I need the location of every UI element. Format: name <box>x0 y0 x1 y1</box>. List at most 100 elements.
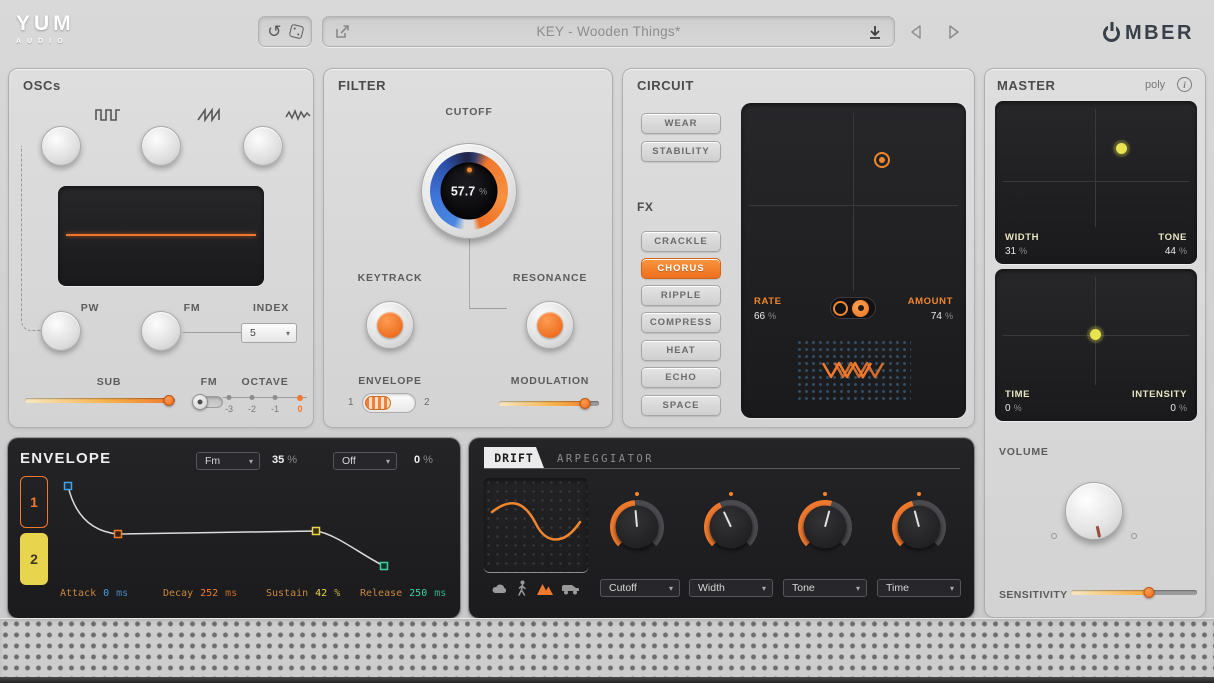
release-handle[interactable] <box>381 563 388 570</box>
drift-wave-curve <box>484 478 588 572</box>
drift-dest-dropdown-4[interactable]: Time ▾ <box>877 579 961 597</box>
voice-mode-label[interactable]: poly <box>1145 79 1165 91</box>
info-button[interactable]: i <box>1177 77 1192 92</box>
time-intensity-pad[interactable]: TIME 0% INTENSITY 0% <box>995 269 1197 421</box>
fx-button-ripple[interactable]: RIPPLE <box>641 285 721 306</box>
octave-label: OCTAVE <box>221 376 309 388</box>
drift-mode-cloud-button[interactable] <box>491 581 508 597</box>
attack-value: 0 <box>103 588 109 599</box>
drift-dest-dropdown-3[interactable]: Tone ▾ <box>783 579 867 597</box>
octave-stepper[interactable]: -3 -2 -1 0 <box>223 391 307 421</box>
envelope-select-switch[interactable] <box>362 393 416 413</box>
fm-knob[interactable] <box>141 311 181 351</box>
stability-button[interactable]: STABILITY <box>641 141 721 162</box>
prev-preset-button[interactable] <box>908 23 924 41</box>
fx-button-space[interactable]: SPACE <box>641 395 721 416</box>
amount-value-number: 74 <box>931 311 942 322</box>
rate-label: RATE <box>754 296 782 307</box>
next-preset-button[interactable] <box>946 23 962 41</box>
sustain-handle[interactable] <box>313 528 320 535</box>
prev-icon <box>908 23 924 41</box>
drift-knob-3[interactable] <box>798 500 852 554</box>
drift-knob-4[interactable] <box>892 500 946 554</box>
resonance-label: RESONANCE <box>500 272 600 284</box>
sub-slider[interactable] <box>25 394 175 407</box>
drift-knob-1-dot <box>635 492 639 496</box>
fx-button-heat[interactable]: HEAT <box>641 340 721 361</box>
keytrack-knob[interactable] <box>366 301 414 349</box>
drift-knob-2[interactable] <box>704 500 758 554</box>
resonance-knob[interactable] <box>526 301 574 349</box>
env-mod2-amount: 0% <box>414 454 433 466</box>
release-unit: ms <box>434 588 446 599</box>
triangle-wave-icon <box>285 107 311 123</box>
sensitivity-slider-handle[interactable] <box>1144 587 1155 598</box>
undo-button[interactable]: ↺ <box>267 23 281 40</box>
fx-button-crackle[interactable]: CRACKLE <box>641 231 721 252</box>
width-tone-pad[interactable]: WIDTH 31% TONE 44% <box>995 101 1197 264</box>
preset-load-button[interactable] <box>334 24 350 40</box>
osc3-knob[interactable] <box>243 126 283 166</box>
drift-mode-walk-button[interactable] <box>516 580 528 597</box>
tab-arpeggiator[interactable]: ARPEGGIATOR <box>557 453 654 465</box>
modulation-slider[interactable] <box>499 397 599 410</box>
rate-value-unit: % <box>768 311 776 321</box>
octave-dot <box>297 395 303 401</box>
waveform-trace <box>66 234 256 236</box>
power-icon <box>852 300 869 317</box>
env-tab-1[interactable]: 1 <box>20 476 48 528</box>
decay-handle[interactable] <box>115 531 122 538</box>
tab-drift[interactable]: DRIFT <box>484 447 544 468</box>
randomize-button[interactable] <box>290 25 303 38</box>
fx-button-compress[interactable]: COMPRESS <box>641 312 721 333</box>
osc1-knob[interactable] <box>41 126 81 166</box>
env-mod1-dropdown[interactable]: Fm ▾ <box>196 452 260 470</box>
sub-slider-handle[interactable] <box>164 395 175 406</box>
saw-wave-icon <box>197 107 223 123</box>
chevron-down-icon: ▾ <box>762 584 766 593</box>
fx-xy-cursor[interactable] <box>874 152 890 168</box>
sustain-readout: Sustain 42 % <box>266 588 340 599</box>
panel-title-circuit: CIRCUIT <box>637 78 694 93</box>
drift-mode-mountain-button[interactable] <box>536 581 554 596</box>
envelope-panel: ENVELOPE Fm ▾ 35% Off ▾ 0% 1 2 Attack 0 … <box>8 438 460 618</box>
fx-button-echo[interactable]: ECHO <box>641 367 721 388</box>
wear-button[interactable]: WEAR <box>641 113 721 134</box>
attack-handle[interactable] <box>65 483 72 490</box>
fm-toggle-handle[interactable] <box>192 394 208 410</box>
panel-title-oscs: OSCs <box>23 78 61 93</box>
cloud-icon <box>491 581 508 597</box>
cutoff-display: 57.7 % <box>441 163 498 220</box>
pad1-cursor[interactable] <box>1116 143 1127 154</box>
drift-mode-vehicle-button[interactable] <box>561 582 580 596</box>
drift-wave-display <box>484 478 588 572</box>
preset-bar[interactable]: KEY - Wooden Things* <box>322 16 895 47</box>
cutoff-knob[interactable]: 57.7 % <box>421 143 517 239</box>
speaker-grille <box>0 618 1214 683</box>
octave-dot <box>273 395 278 400</box>
preset-name: KEY - Wooden Things* <box>350 24 867 39</box>
volume-knob[interactable] <box>1065 482 1123 540</box>
chevron-down-icon: ▾ <box>669 584 673 593</box>
modulation-slider-handle[interactable] <box>580 398 591 409</box>
intensity-value-unit: % <box>1179 403 1187 413</box>
env-tab-2[interactable]: 2 <box>20 533 48 585</box>
index-dropdown[interactable]: 5 ▾ <box>241 323 297 343</box>
osc2-knob[interactable] <box>141 126 181 166</box>
fx-button-chorus[interactable]: CHORUS <box>641 258 721 279</box>
preset-save-button[interactable] <box>867 24 883 40</box>
drift-knob-1[interactable] <box>610 500 664 554</box>
sensitivity-slider[interactable] <box>1071 586 1197 599</box>
envelope-graph[interactable] <box>56 476 452 586</box>
cutoff-indicator-dot <box>467 168 472 173</box>
envelope-switch-handle[interactable] <box>365 396 391 410</box>
fx-power-toggle[interactable] <box>830 297 876 319</box>
pw-knob[interactable] <box>41 311 81 351</box>
cutoff-unit: % <box>479 186 487 196</box>
drift-dest-dropdown-1[interactable]: Cutoff ▾ <box>600 579 680 597</box>
pad2-cursor[interactable] <box>1090 329 1101 340</box>
drift-dest-4-selected: Time <box>886 582 909 594</box>
drift-dest-dropdown-2[interactable]: Width ▾ <box>689 579 773 597</box>
drift-dest-3-selected: Tone <box>792 582 815 594</box>
env-mod2-dropdown[interactable]: Off ▾ <box>333 452 397 470</box>
